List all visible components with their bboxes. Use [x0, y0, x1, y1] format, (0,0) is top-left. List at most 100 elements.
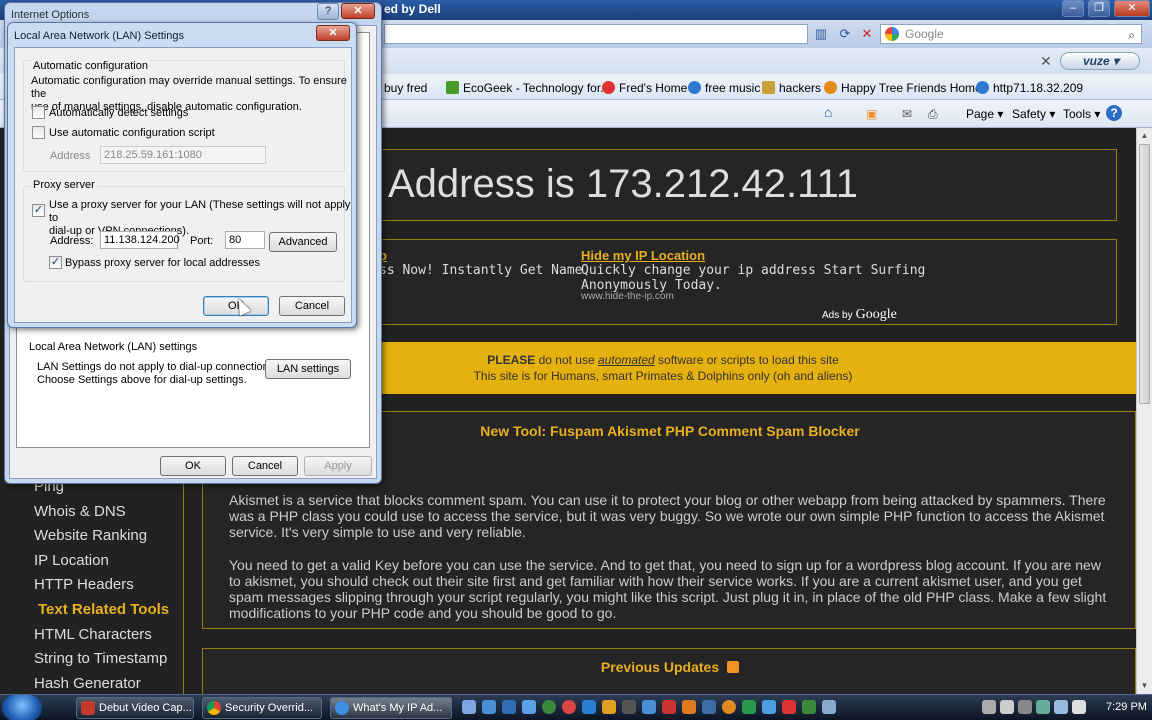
ad-title-hide-ip[interactable]: Hide my IP Location	[581, 248, 705, 263]
tools-menu[interactable]: Tools ▾	[1063, 107, 1100, 121]
search-input[interactable]: Google ⌕	[880, 24, 1142, 44]
bypass-checkbox[interactable]: ✓	[49, 256, 62, 269]
task-debut[interactable]: Debut Video Cap...	[76, 697, 194, 719]
print-icon[interactable]: ⎙	[928, 107, 938, 122]
previous-updates-title[interactable]: Previous Updates	[203, 659, 1136, 675]
maximize-button[interactable]: ❐	[1088, 0, 1110, 17]
scroll-down-icon[interactable]: ▼	[1138, 679, 1151, 693]
quicklaunch-icon[interactable]	[562, 700, 576, 714]
port-field[interactable]: 80	[225, 231, 265, 249]
options-cancel-button[interactable]: Cancel	[232, 456, 298, 476]
quicklaunch-icon[interactable]	[702, 700, 716, 714]
minimize-button[interactable]: –	[1062, 0, 1084, 17]
quicklaunch-icon[interactable]	[622, 700, 636, 714]
quicklaunch-icon[interactable]	[602, 700, 616, 714]
ad-text: ss Now! Instantly Get Name	[379, 263, 583, 278]
fav-happy-tree[interactable]: Happy Tree Friends Home	[824, 81, 982, 95]
auto-detect-checkbox[interactable]	[32, 106, 45, 119]
use-script-label[interactable]: Use automatic configuration script	[49, 127, 215, 140]
rss-icon[interactable]	[727, 661, 740, 673]
page-menu[interactable]: Page ▾	[966, 107, 1003, 121]
quicklaunch-icon[interactable]	[582, 700, 596, 714]
task-label: Debut Video Cap...	[99, 702, 192, 714]
help-button[interactable]: ?	[317, 3, 339, 20]
quicklaunch-icon[interactable]	[542, 700, 556, 714]
quicklaunch-icon[interactable]	[642, 700, 656, 714]
task-whats-my-ip[interactable]: What's My IP Ad...	[330, 697, 452, 719]
toolbar-close-icon[interactable]: ✕	[1040, 53, 1052, 70]
internet-options-close-button[interactable]: ✕	[341, 3, 375, 19]
start-button[interactable]	[2, 695, 42, 720]
nav-whois[interactable]: Whois & DNS	[34, 503, 126, 520]
tray-icon[interactable]	[982, 700, 996, 714]
fav-free-music[interactable]: free music	[688, 81, 760, 95]
nav-string-timestamp[interactable]: String to Timestamp	[34, 650, 167, 667]
fav-hackers[interactable]: hackers	[762, 81, 821, 95]
scroll-thumb[interactable]	[1139, 144, 1150, 404]
quicklaunch-icon[interactable]	[462, 700, 476, 714]
search-placeholder: Google	[905, 27, 944, 41]
clock[interactable]: 7:29 PM	[1106, 701, 1147, 713]
quicklaunch-icon[interactable]	[782, 700, 796, 714]
quicklaunch-icon[interactable]	[742, 700, 756, 714]
search-icon[interactable]: ⌕	[1128, 26, 1135, 44]
safety-menu[interactable]: Safety ▾	[1012, 107, 1055, 121]
tray-icon[interactable]	[1018, 700, 1032, 714]
stop-icon[interactable]: ✕	[858, 24, 876, 44]
auto-detect-label[interactable]: Automatically detect settings	[49, 107, 188, 120]
quicklaunch-icon[interactable]	[762, 700, 776, 714]
help-icon[interactable]: ?	[1106, 105, 1122, 121]
lan-settings-button[interactable]: LAN settings	[265, 359, 351, 379]
quicklaunch-icon[interactable]	[662, 700, 676, 714]
google-icon	[885, 27, 899, 41]
quicklaunch-icon[interactable]	[522, 700, 536, 714]
quicklaunch-icon[interactable]	[682, 700, 696, 714]
lan-dialog-title: Local Area Network (LAN) Settings	[14, 30, 184, 42]
nav-hash-generator[interactable]: Hash Generator	[34, 675, 141, 692]
bypass-label[interactable]: Bypass proxy server for local addresses	[65, 257, 260, 270]
nav-http-headers[interactable]: HTTP Headers	[34, 576, 134, 593]
options-ok-button[interactable]: OK	[160, 456, 226, 476]
task-security[interactable]: Security Overrid...	[202, 697, 322, 719]
fav-label: free music	[705, 81, 761, 95]
lan-cancel-button[interactable]: Cancel	[279, 296, 345, 316]
volume-icon[interactable]	[1072, 700, 1086, 714]
close-button[interactable]: ✕	[1114, 0, 1150, 17]
compat-view-icon[interactable]: ▥	[812, 24, 830, 44]
lan-text: LAN Settings do not apply to dial-up con…	[37, 361, 278, 386]
quicklaunch-icon[interactable]	[502, 700, 516, 714]
lan-dialog-close-button[interactable]: ✕	[316, 25, 350, 41]
nav-html-characters[interactable]: HTML Characters	[34, 626, 152, 643]
fav-ecogeek[interactable]: EcoGeek - Technology for...	[446, 81, 610, 95]
ads-by-brand: Google	[855, 307, 897, 322]
script-address-field[interactable]: 218.25.59.161:1080	[100, 146, 266, 164]
use-proxy-checkbox[interactable]: ✓	[32, 204, 45, 217]
tray-icon[interactable]	[1036, 700, 1050, 714]
ads-by-google[interactable]: Ads by Google	[822, 307, 897, 323]
home-icon[interactable]: ⌂	[824, 104, 832, 120]
tray-icon[interactable]	[1000, 700, 1014, 714]
advanced-button[interactable]: Advanced	[269, 232, 337, 252]
quicklaunch-icon[interactable]	[822, 700, 836, 714]
fav-freds-home[interactable]: Fred's Home	[602, 81, 687, 95]
nav-website-ranking[interactable]: Website Ranking	[34, 527, 147, 544]
fav-http[interactable]: http71.18.32.209	[976, 81, 1083, 95]
use-script-checkbox[interactable]	[32, 126, 45, 139]
ad-url[interactable]: www.hide-the-ip.com	[581, 291, 674, 302]
scroll-up-icon[interactable]: ▲	[1138, 129, 1151, 143]
proxy-address-field[interactable]: 11.138.124.200	[100, 231, 180, 249]
network-icon[interactable]	[1054, 700, 1068, 714]
notice-link[interactable]: automated	[598, 353, 655, 367]
vertical-scrollbar[interactable]: ▲ ▼	[1136, 128, 1152, 694]
quicklaunch-icon[interactable]	[802, 700, 816, 714]
mail-icon[interactable]: ✉	[902, 107, 912, 121]
quicklaunch-icon[interactable]	[482, 700, 496, 714]
fav-buy-fred[interactable]: buy fred	[384, 81, 427, 95]
options-apply-button[interactable]: Apply	[304, 456, 372, 476]
refresh-icon[interactable]: ⟳	[836, 24, 854, 44]
feeds-icon[interactable]: ▣	[866, 107, 877, 121]
address-input[interactable]	[384, 24, 808, 44]
vuze-button[interactable]: vuze ▾	[1060, 52, 1140, 70]
quicklaunch-icon[interactable]	[722, 700, 736, 714]
nav-ip-location[interactable]: IP Location	[34, 552, 109, 569]
